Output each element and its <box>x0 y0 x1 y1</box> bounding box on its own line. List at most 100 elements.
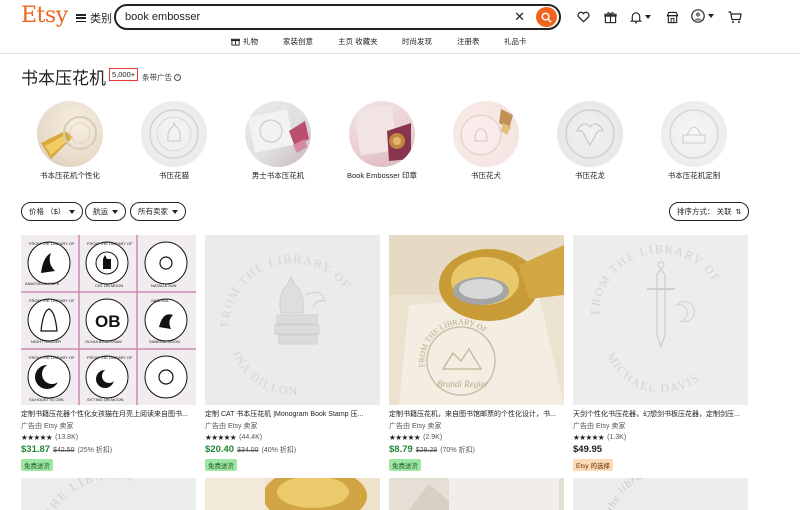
discount: (40% 折扣) <box>261 447 297 454</box>
thumb-text: Brandi Regier <box>437 379 489 389</box>
chevron-down-icon <box>69 209 76 214</box>
favorites-icon[interactable] <box>577 9 590 25</box>
original-price: $34.00 <box>237 447 259 454</box>
thumb-text: OB <box>95 312 121 331</box>
thumb-text: FROM THE LIBRARY OF <box>29 298 75 303</box>
star-rating-icon: ★★★★★ <box>573 433 605 442</box>
product-rating: ★★★★★ (44.4K) <box>205 433 380 442</box>
related-search-label: 书本压花机定制 <box>667 171 721 180</box>
notifications-button[interactable] <box>630 9 651 25</box>
product-card[interactable]: FROM THE LIBRARY OF Brandi Regier 定制书籍压花… <box>389 235 564 473</box>
nav-item-home-favorites[interactable]: 主页 收藏夹 <box>338 36 378 47</box>
sellers-filter[interactable]: 所有卖家 <box>130 202 186 221</box>
related-search-item[interactable]: 书压花猫 <box>129 101 219 181</box>
nav-item-gifts[interactable]: 礼物 <box>231 36 258 47</box>
ad-note[interactable]: 条带广告 ? <box>142 72 181 83</box>
header: Etsy 类别 ✕ <box>0 0 800 34</box>
product-image[interactable]: ANASTACIA POPE FROM THE LIBRARY OF FROM … <box>21 235 196 405</box>
gift-cart-icon[interactable] <box>604 9 617 25</box>
product-rating: ★★★★★ (1.3K) <box>573 433 748 442</box>
product-card[interactable]: ANASTACIA POPE FROM THE LIBRARY OF FROM … <box>21 235 196 473</box>
star-rating-icon: ★★★★★ <box>205 433 237 442</box>
product-title[interactable]: 定制 CAT 书本压花机 |Monogram Book Stamp 压... <box>205 409 375 419</box>
account-button[interactable] <box>691 8 714 24</box>
related-search-image <box>661 101 727 167</box>
price-row: $49.95 <box>573 444 748 455</box>
thumb-text: FROM THE LIBRARY OF <box>87 241 133 246</box>
gift-icon <box>231 38 240 46</box>
product-card[interactable]: FROM THE LIBRARY OF INA DILLON 定制 CAT 书本… <box>205 235 380 473</box>
related-search-label: 书本压花机个性化 <box>40 171 100 180</box>
bell-icon <box>630 11 642 24</box>
related-search-image <box>349 101 415 167</box>
shop-icon[interactable] <box>666 9 679 25</box>
clear-search-icon[interactable]: ✕ <box>514 9 525 25</box>
avatar-icon <box>691 9 705 23</box>
price-filter-label: 价格 （$） <box>29 207 66 216</box>
product-image[interactable]: FROM THE LIBRARY OF INA DILLON <box>205 235 380 405</box>
product-image[interactable]: THE LIBRARY <box>21 478 196 510</box>
etsy-pick-badge: Etsy 的选择 <box>573 459 613 471</box>
product-card[interactable]: FROM THE LIBRARY OF MICHAEL DAVIS 天剑个性化书… <box>573 235 748 473</box>
related-search-image <box>557 101 623 167</box>
product-title[interactable]: 定制书籍压花器个性化女孩猫在月亮上阅读来自图书... <box>21 409 191 419</box>
ad-note-label: 条带广告 <box>142 73 172 82</box>
sort-icon: ⇅ <box>735 208 742 216</box>
product-image[interactable] <box>389 478 564 510</box>
header-divider <box>0 53 800 54</box>
nav-item-fashion[interactable]: 时尚发现 <box>402 36 432 47</box>
sort-label: 排序方式： 关联 <box>677 207 732 216</box>
chevron-down-icon <box>172 209 178 214</box>
product-image[interactable]: the library <box>573 478 748 510</box>
related-search-item[interactable]: 书本压花机个性化 <box>25 101 115 181</box>
price-row: $31.87 $42.50 (25% 折扣) <box>21 444 196 455</box>
thumb-text: SILHOUETTE GIRL <box>29 397 65 402</box>
sale-price: $20.40 <box>205 444 235 455</box>
related-search-item[interactable]: 书压花龙 <box>545 101 635 181</box>
thumb-text: SABRINA <box>151 298 169 303</box>
product-image[interactable] <box>205 478 380 510</box>
related-search-item[interactable]: 男士书本压花机 <box>233 101 323 181</box>
product-image[interactable]: FROM THE LIBRARY OF Brandi Regier <box>389 235 564 405</box>
related-search-image <box>37 101 103 167</box>
thumb-text: FROM THE LIBRARY OF <box>29 355 75 360</box>
product-image[interactable]: FROM THE LIBRARY OF MICHAEL DAVIS <box>573 235 748 405</box>
etsy-logo[interactable]: Etsy <box>21 3 68 28</box>
sale-price: $49.95 <box>573 444 603 455</box>
page-title: 书本压花机 <box>21 69 106 88</box>
price-filter[interactable]: 价格 （$） <box>21 202 84 221</box>
sort-dropdown[interactable]: 排序方式： 关联 ⇅ <box>669 202 750 221</box>
sale-price: $8.79 <box>389 444 413 455</box>
nav-item-registry[interactable]: 注册表 <box>457 36 480 47</box>
thumb-text: NIGHT READER <box>31 339 61 344</box>
related-search-label: 男士书本压花机 <box>251 171 305 180</box>
thumb-text: NATALIA SUN <box>151 283 177 288</box>
related-search-item[interactable]: 书压花犬 <box>441 101 531 181</box>
cart-icon[interactable] <box>728 9 742 25</box>
product-title[interactable]: 天剑个性化书压花器，幻想剑书板压花器，定制剑压... <box>573 409 743 419</box>
product-title[interactable]: 定制书籍压花机，来自图书馆邮票的个性化设计，书... <box>389 409 559 419</box>
nav-item-home-ideas[interactable]: 家装创意 <box>283 36 313 47</box>
sale-price: $31.87 <box>21 444 51 455</box>
search-button[interactable] <box>536 7 557 27</box>
chevron-down-icon <box>645 15 651 19</box>
product-seller: 广告由 Etsy 卖家 <box>389 423 442 430</box>
search-input[interactable] <box>125 11 505 23</box>
nav-item-gift-cards[interactable]: 礼品卡 <box>504 36 527 47</box>
thumb-text: the library <box>605 478 654 510</box>
free-shipping-badge: 免费送货 <box>205 459 237 471</box>
related-search-label: 书压花犬 <box>471 171 501 180</box>
related-search-item[interactable]: Book Embosser 印章 <box>337 101 427 181</box>
price-row: $20.40 $34.00 (40% 折扣) <box>205 444 380 455</box>
star-rating-icon: ★★★★★ <box>389 433 421 442</box>
related-search-label: Book Embosser 印章 <box>346 171 418 180</box>
product-seller: 广告由 Etsy 卖家 <box>573 423 626 430</box>
discount: (25% 折扣) <box>77 447 113 454</box>
related-search-item[interactable]: 书本压花机定制 <box>649 101 739 181</box>
categories-button[interactable]: 类别 <box>76 10 112 26</box>
thumb-text: THE LIBRARY <box>41 478 136 510</box>
related-search-image <box>141 101 207 167</box>
shipping-filter[interactable]: 航运 <box>85 202 126 221</box>
product-rating: ★★★★★ (2.9K) <box>389 433 564 442</box>
discount: (70% 折扣) <box>440 447 475 454</box>
